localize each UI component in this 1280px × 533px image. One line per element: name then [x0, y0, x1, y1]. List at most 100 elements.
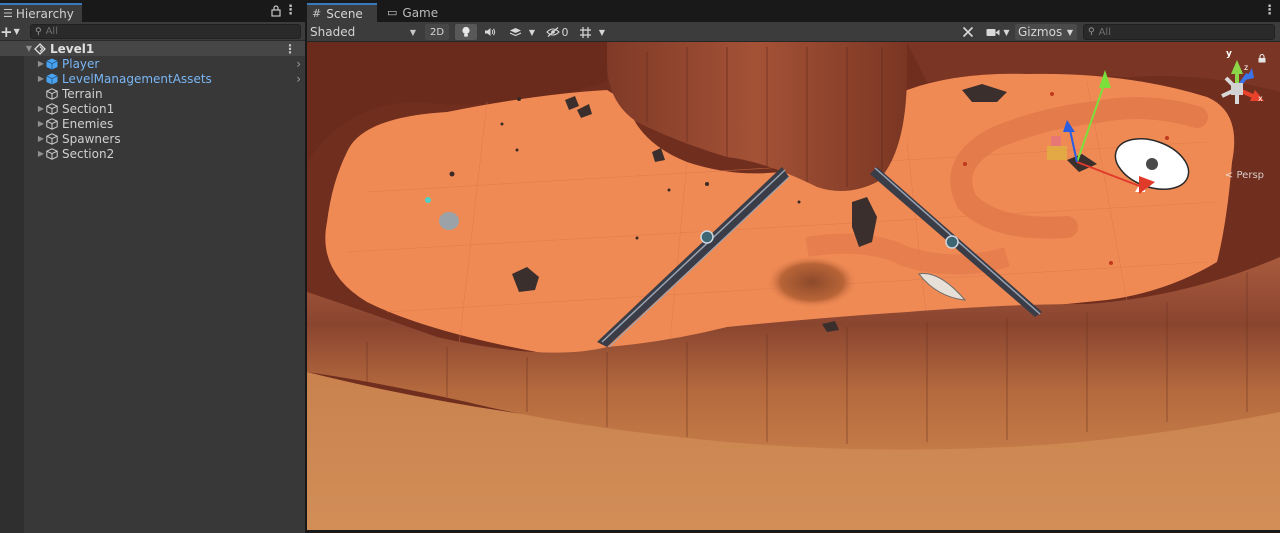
tools-button[interactable]: [959, 24, 977, 40]
hierarchy-toolbar: + ▼ ⚲ All: [0, 22, 305, 41]
fold-closed-icon[interactable]: ▶: [36, 119, 46, 128]
grid-snap-icon: [579, 26, 591, 38]
hierarchy-tab-bar: ☰ Hierarchy ⋮: [0, 0, 305, 22]
tab-scene[interactable]: # Scene: [307, 3, 377, 22]
tab-game[interactable]: ▭ Game: [383, 3, 443, 22]
tab-game-label: Game: [402, 5, 439, 20]
chevron-right-icon[interactable]: ›: [296, 57, 301, 71]
hierarchy-root-label: Level1: [50, 41, 95, 56]
hierarchy-item-label: Section1: [62, 101, 115, 116]
hierarchy-row-level1[interactable]: ▼ Level1 ⋮: [0, 41, 305, 56]
shading-mode-dropdown[interactable]: Shaded ▼: [308, 23, 418, 41]
list-icon: ☰: [3, 7, 13, 20]
hierarchy-row-section1[interactable]: ▶ Section1: [24, 101, 305, 116]
scene-tab-bar: # Scene ▭ Game ⋮: [307, 0, 1280, 22]
caret-down-icon: ▼: [1066, 27, 1073, 37]
hierarchy-item-label: Spawners: [62, 131, 121, 146]
create-button[interactable]: + ▼: [0, 22, 24, 41]
hierarchy-row-terrain[interactable]: Terrain: [24, 86, 305, 101]
scene-viewport[interactable]: < Persp: [307, 42, 1280, 530]
prefab-cube-icon: [46, 58, 58, 69]
hierarchy-panel: ☰ Hierarchy ⋮ + ▼ ⚲ All ▼ Level1 ⋮ ▶ Pla…: [0, 0, 305, 533]
orientation-gizmo[interactable]: [1202, 54, 1272, 124]
hierarchy-row-section2[interactable]: ▶ Section2: [24, 146, 305, 161]
search-icon: ⚲: [35, 26, 42, 37]
wrench-cross-icon: [962, 26, 974, 38]
audio-toggle-button[interactable]: [479, 24, 501, 40]
hierarchy-row-enemies[interactable]: ▶ Enemies: [24, 116, 305, 131]
tab-hierarchy[interactable]: ☰ Hierarchy: [0, 3, 82, 22]
fold-open-icon[interactable]: ▼: [24, 44, 34, 53]
layers-icon: [509, 27, 521, 36]
back-arrow-icon: <: [1224, 170, 1234, 181]
shading-mode-value: Shaded: [310, 25, 356, 39]
search-icon: ⚲: [1088, 27, 1095, 37]
plus-icon: +: [0, 22, 13, 41]
gizmo-lock-icon[interactable]: [1258, 54, 1266, 63]
grid-icon: #: [312, 7, 322, 20]
lighting-toggle-button[interactable]: [455, 24, 477, 40]
gizmos-dropdown[interactable]: Gizmos ▼: [1015, 24, 1077, 40]
hierarchy-item-label: Section2: [62, 146, 115, 161]
hierarchy-search-input[interactable]: ⚲ All: [30, 24, 301, 39]
lock-icon[interactable]: [271, 5, 281, 17]
hierarchy-item-label: Player: [62, 56, 100, 71]
eye-slash-icon: [545, 27, 560, 37]
lightbulb-icon: [462, 26, 470, 37]
projection-label: Persp: [1236, 170, 1265, 181]
gameobject-cube-icon: [46, 147, 58, 160]
fold-closed-icon[interactable]: ▶: [36, 74, 46, 83]
axis-label-y: y: [1226, 49, 1232, 59]
gameobject-cube-icon: [46, 117, 58, 130]
toggle-2d-label: 2D: [429, 26, 445, 38]
toggle-2d-button[interactable]: 2D: [425, 24, 449, 40]
gameobject-cube-icon: [46, 87, 58, 100]
axis-label-x: x: [1258, 94, 1263, 103]
caret-down-icon: ▼: [1003, 27, 1010, 37]
camera-settings-dropdown[interactable]: ▼: [983, 24, 1013, 40]
grid-dropdown[interactable]: ▼: [596, 24, 608, 40]
gameobject-cube-icon: [46, 132, 58, 145]
caret-down-icon: ▼: [598, 27, 606, 37]
hierarchy-row-spawners[interactable]: ▶ Spawners: [24, 131, 305, 146]
caret-down-icon: ▼: [409, 27, 416, 37]
scene-search-placeholder: All: [1098, 26, 1111, 38]
hierarchy-item-label: Terrain: [62, 86, 103, 101]
grid-toggle-button[interactable]: [574, 24, 596, 40]
caret-down-icon: ▼: [13, 27, 20, 36]
scene-visibility-toggle[interactable]: 0: [543, 24, 571, 40]
gamepad-icon: ▭: [387, 6, 398, 19]
scene-menu-icon[interactable]: ⋮: [284, 42, 296, 56]
hierarchy-menu-icon[interactable]: ⋮: [284, 3, 297, 19]
hierarchy-row-levelmanagementassets[interactable]: ▶ LevelManagementAssets ›: [24, 71, 305, 86]
hierarchy-item-label: LevelManagementAssets: [62, 71, 212, 86]
chevron-right-icon[interactable]: ›: [296, 72, 301, 86]
fold-closed-icon[interactable]: ▶: [36, 104, 46, 113]
scene-panel: # Scene ▭ Game ⋮ Shaded ▼ 2D ▼ 0 ▼ ▼ Giz…: [307, 0, 1280, 533]
hierarchy-item-label: Enemies: [62, 116, 114, 131]
unity-scene-icon: [34, 42, 46, 55]
projection-toggle[interactable]: < Persp: [1225, 170, 1264, 181]
hierarchy-row-player[interactable]: ▶ Player ›: [24, 56, 305, 71]
crater: [767, 256, 857, 308]
scene-toolbar: Shaded ▼ 2D ▼ 0 ▼ ▼ Gizmos ▼ ⚲ All: [307, 22, 1280, 42]
axis-label-z: z: [1244, 63, 1249, 72]
hierarchy-gutter: [0, 41, 24, 533]
tab-scene-label: Scene: [326, 6, 363, 21]
fold-closed-icon[interactable]: ▶: [36, 134, 46, 143]
caret-down-icon: ▼: [528, 27, 536, 37]
effects-dropdown[interactable]: ▼: [526, 24, 538, 40]
gizmos-label: Gizmos: [1018, 25, 1063, 39]
gameobject-cube-icon: [46, 102, 58, 115]
speaker-icon: [485, 28, 496, 36]
fold-closed-icon[interactable]: ▶: [36, 149, 46, 158]
terrain-render: [307, 42, 1280, 530]
scene-search-input[interactable]: ⚲ All: [1083, 24, 1275, 40]
hierarchy-tab-label: Hierarchy: [15, 6, 74, 21]
effects-toggle-button[interactable]: [504, 24, 526, 40]
scene-menu-icon[interactable]: ⋮: [1263, 3, 1276, 18]
hierarchy-search-placeholder: All: [45, 26, 58, 37]
prefab-cube-icon: [46, 73, 58, 84]
camera-icon: [986, 28, 1000, 36]
fold-closed-icon[interactable]: ▶: [36, 59, 46, 68]
